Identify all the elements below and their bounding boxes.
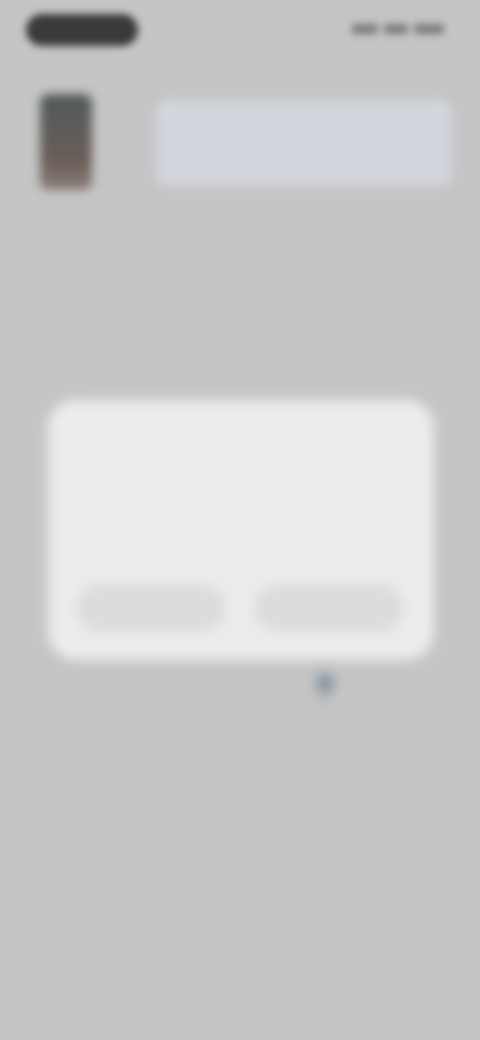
product-header	[0, 84, 480, 208]
touch-pointer-icon	[302, 666, 348, 706]
wifi-icon	[384, 24, 408, 34]
product-image	[40, 94, 92, 190]
status-bar	[0, 0, 480, 64]
dialog	[48, 400, 434, 660]
primary-button[interactable]	[254, 584, 404, 632]
app-screen	[0, 0, 480, 1040]
product-info-panel	[156, 100, 452, 186]
status-icons	[352, 22, 444, 36]
battery-icon	[414, 24, 444, 34]
status-time-pill	[26, 14, 138, 46]
secondary-button[interactable]	[76, 584, 226, 632]
signal-icon	[352, 24, 378, 34]
